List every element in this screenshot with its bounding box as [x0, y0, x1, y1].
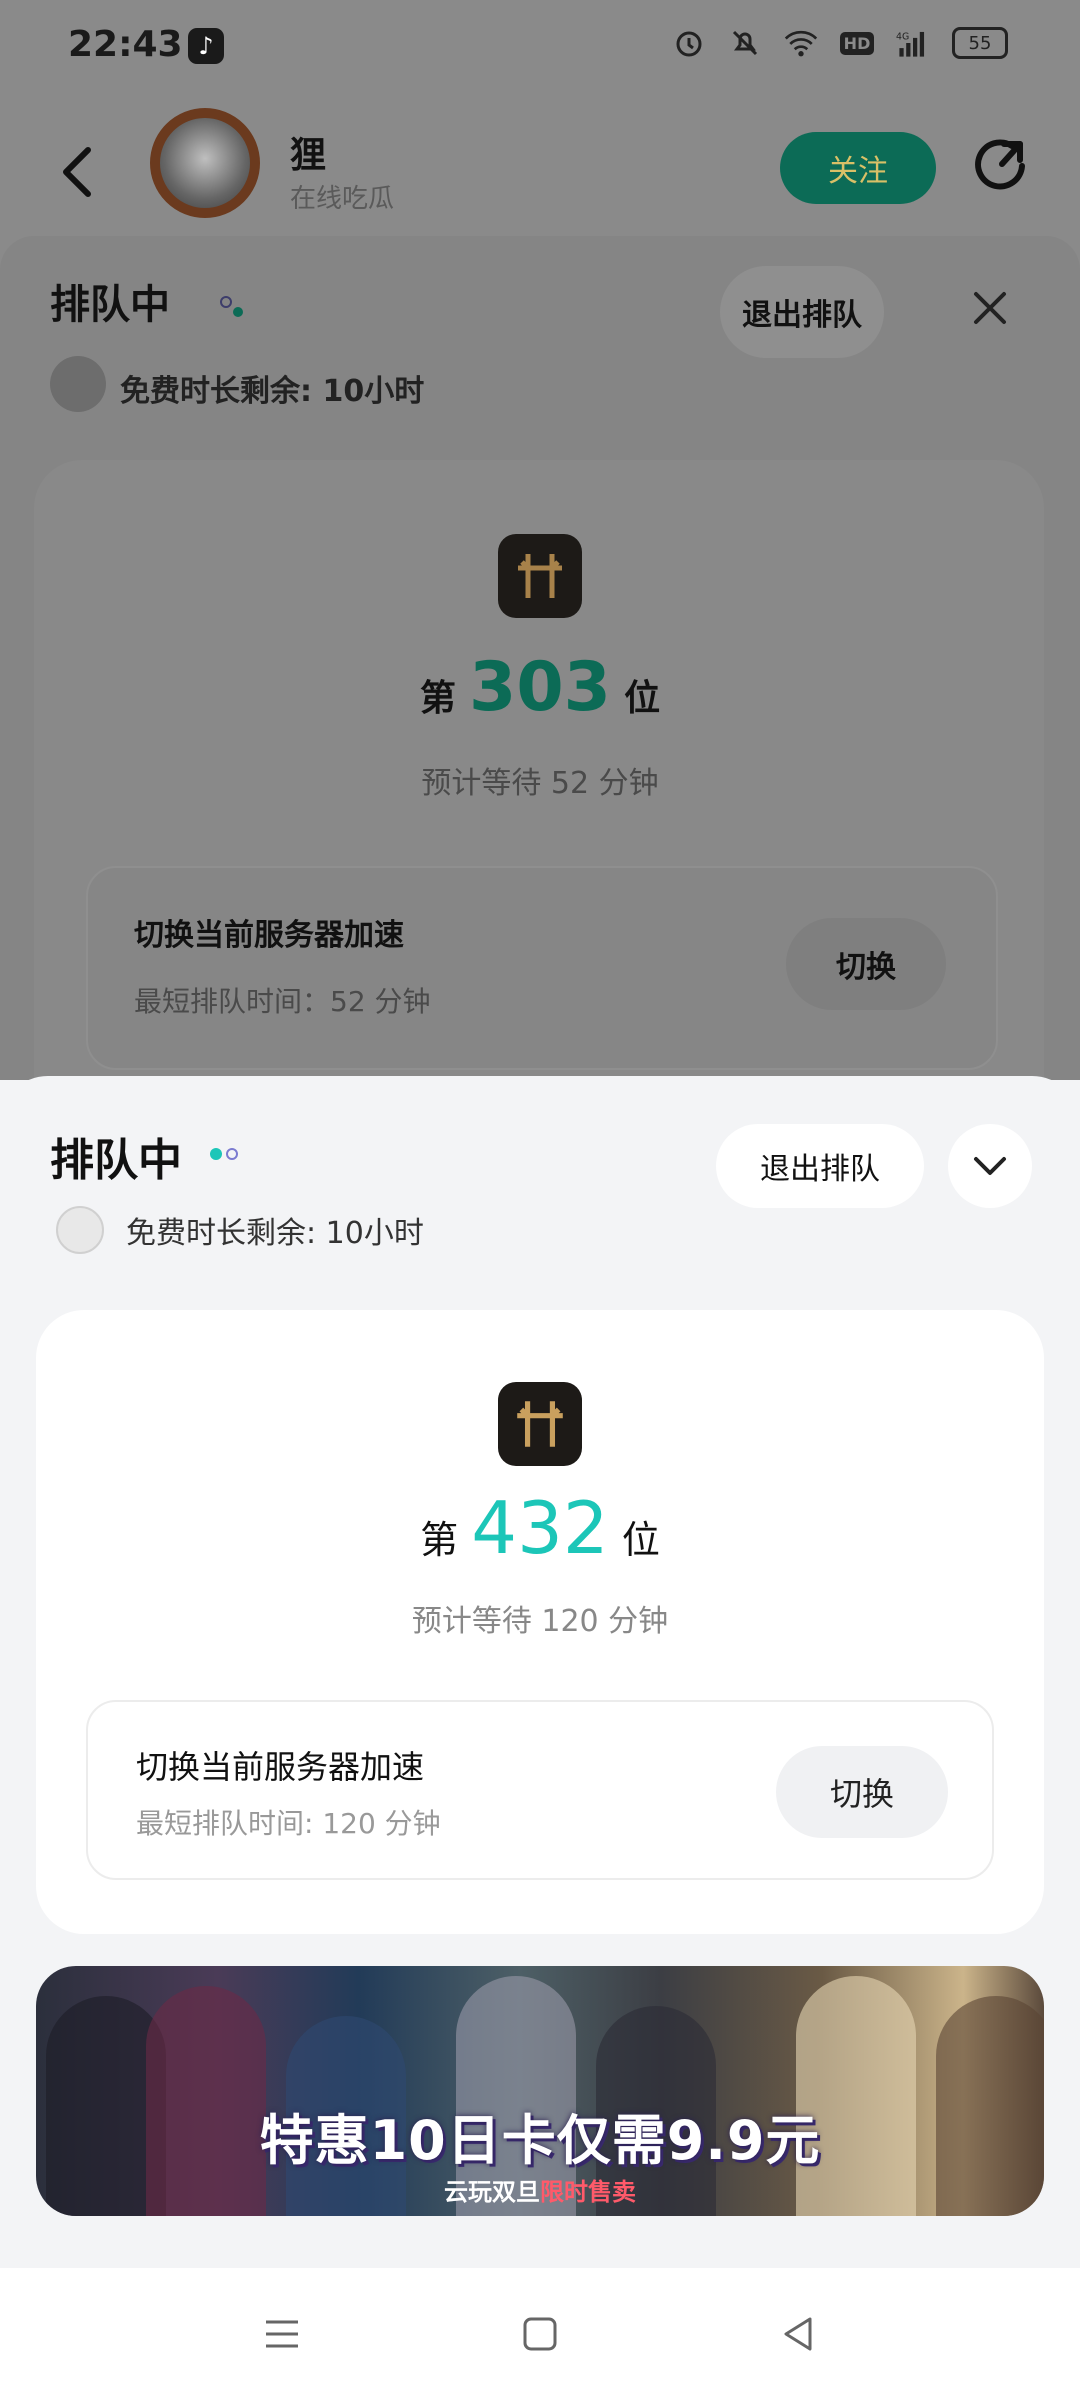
close-icon[interactable] [970, 288, 1010, 328]
switch-server-title: 切换当前服务器加速 [136, 1748, 425, 1786]
queue-card: 第 432 位 预计等待 120 分钟 切换当前服务器加速 最短排队时间: 12… [36, 1310, 1044, 1934]
user-name: 狸 [290, 135, 327, 176]
signal-icon: 4G [896, 26, 930, 60]
background-overlay: 22:43 ♪ HD 4G 55 狸 在线吃瓜 关注 排队中 免费时长剩余: 1… [0, 0, 1080, 1080]
free-time-row: 免费时长剩余: 10小时 [56, 1206, 424, 1254]
banner-title: 特惠10日卡仅需9.9元 [259, 2109, 821, 2172]
hd-icon: HD [839, 26, 875, 60]
home-icon [523, 2317, 557, 2351]
svg-text:4G: 4G [896, 32, 909, 43]
status-time: 22:43 [68, 24, 183, 65]
menu-nav-button[interactable] [258, 2310, 306, 2358]
mute-icon [728, 26, 762, 60]
follow-button[interactable]: 关注 [780, 132, 936, 204]
top-bar: 狸 在线吃瓜 关注 [0, 108, 1080, 236]
tiktok-icon: ♪ [188, 28, 224, 64]
bg-mini-avatar [50, 356, 106, 412]
back-icon[interactable] [56, 144, 100, 200]
wifi-icon [784, 26, 818, 60]
bg-rank: 第 303 位 [419, 648, 661, 727]
system-nav-bar [0, 2268, 1080, 2400]
bg-queue-title: 排队中 [50, 282, 170, 328]
free-time-text: 免费时长剩余: 10小时 [126, 1216, 424, 1251]
switch-server-sub: 最短排队时间: 120 分钟 [136, 1807, 441, 1840]
rank-number: 432 [471, 1486, 609, 1570]
bg-switch-button: 切换 [786, 918, 946, 1010]
bg-exit-queue-button: 退出排队 [720, 266, 884, 358]
bg-switch-title: 切换当前服务器加速 [134, 918, 404, 953]
status-bar: 22:43 ♪ HD 4G 55 [0, 0, 1080, 96]
collapse-button[interactable] [948, 1124, 1032, 1208]
battery-icon: 55 [952, 27, 1008, 59]
back-triangle-icon [784, 2317, 812, 2351]
user-status: 在线吃瓜 [290, 184, 395, 214]
queue-title: 排队中 [50, 1135, 182, 1186]
game-icon [498, 1382, 582, 1466]
share-icon[interactable] [970, 136, 1034, 200]
promo-banner[interactable]: 特惠10日卡仅需9.9元 云玩双旦限时售卖 [36, 1966, 1044, 2216]
mini-avatar [56, 1206, 104, 1254]
loading-dots-icon [220, 296, 243, 317]
bg-wait: 预计等待 52 分钟 [421, 766, 659, 801]
home-nav-button[interactable] [516, 2310, 564, 2358]
rank-suffix: 位 [621, 1518, 660, 1562]
bg-switch-sub: 最短排队时间：52 分钟 [134, 985, 431, 1018]
switch-server-box: 切换当前服务器加速 最短排队时间: 120 分钟 切换 [86, 1700, 994, 1880]
queue-rank: 第 432 位 [36, 1486, 1044, 1570]
chevron-down-icon [974, 1157, 1006, 1175]
bg-game-icon [498, 534, 582, 618]
estimated-wait: 预计等待 120 分钟 [411, 1604, 669, 1639]
banner-subtitle: 云玩双旦限时售卖 [444, 2178, 636, 2206]
switch-button[interactable]: 切换 [776, 1746, 948, 1838]
back-nav-button[interactable] [774, 2310, 822, 2358]
user-avatar[interactable] [150, 108, 260, 218]
queue-sheet: 排队中 免费时长剩余: 10小时 退出排队 第 432 位 预计等待 120 分… [0, 1076, 1080, 2268]
menu-icon [266, 2320, 298, 2348]
bg-free-time: 免费时长剩余: 10小时 [120, 374, 425, 409]
exit-queue-button[interactable]: 退出排队 [716, 1124, 924, 1208]
loading-dots-icon [210, 1148, 238, 1160]
rank-prefix: 第 [420, 1518, 459, 1562]
alarm-icon [672, 26, 706, 60]
